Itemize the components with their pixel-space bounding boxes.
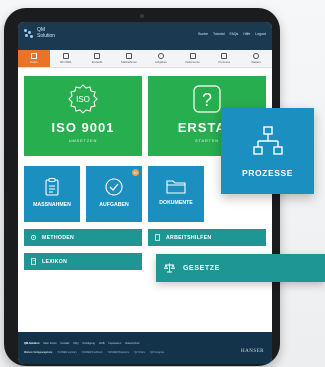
document-icon bbox=[155, 234, 160, 241]
nav-logout[interactable]: Logout bbox=[255, 32, 266, 36]
tab-label: Prozesse bbox=[218, 60, 231, 64]
process-flow-icon bbox=[252, 126, 283, 155]
app-footer: QM-Solution Mein Konto Kontakt FAQ Kündi… bbox=[18, 332, 272, 364]
process-icon bbox=[221, 53, 228, 59]
tab-label: ISO 9001 bbox=[59, 60, 72, 64]
tab-aufgaben[interactable]: Aufgaben bbox=[145, 50, 177, 67]
footer-publisher-links: Weitere Verlagsangebote HANSER eLibrary … bbox=[24, 351, 164, 354]
publisher-logo[interactable]: HANSER bbox=[241, 349, 264, 354]
footer-links: QM-Solution Mein Konto Kontakt FAQ Kündi… bbox=[24, 342, 140, 345]
tile-aufgaben[interactable]: 10 AUFGABEN bbox=[86, 166, 142, 222]
footer-link[interactable]: FAQ bbox=[73, 342, 78, 345]
footer-link[interactable]: Kündigung bbox=[83, 342, 95, 345]
folder-icon bbox=[166, 180, 186, 194]
nav-tutorial[interactable]: Tutorial bbox=[213, 32, 225, 36]
home-icon bbox=[30, 53, 37, 59]
document-icon bbox=[94, 53, 101, 59]
tab-prozesse[interactable]: Prozesse bbox=[209, 50, 241, 67]
tile-lexikon-label: LEXIKON bbox=[42, 258, 68, 265]
tab-label: Aufgaben bbox=[154, 60, 167, 64]
tab-erstaufbau[interactable]: Erstaufb. bbox=[82, 50, 114, 67]
logo-text: QM Solution bbox=[37, 27, 56, 39]
nav-faqs[interactable]: FAQs bbox=[230, 32, 239, 36]
logo[interactable]: QM Solution bbox=[24, 27, 56, 39]
tab-bar: Home ISO 9001 Erstaufb. Maßnahmen Aufgab… bbox=[18, 50, 272, 68]
footer-link[interactable]: Weitere Verlagsangebote bbox=[24, 351, 52, 354]
tab-home[interactable]: Home bbox=[18, 50, 50, 67]
logo-line-2: Solution bbox=[37, 32, 56, 39]
tile-iso-subtitle: UMSETZEN bbox=[68, 138, 98, 143]
question-icon: ? bbox=[193, 85, 221, 113]
footer-link[interactable]: QZ Kongress bbox=[150, 351, 164, 354]
logo-icon bbox=[24, 28, 34, 39]
folder-icon bbox=[189, 53, 196, 59]
tab-iso-9001[interactable]: ISO 9001 bbox=[50, 50, 82, 67]
svg-text:ISO: ISO bbox=[76, 95, 90, 104]
tile-aufgaben-label: AUFGABEN bbox=[99, 202, 129, 208]
tile-erstaufbau-subtitle: STARTEN bbox=[195, 138, 219, 143]
tile-arbeitshilfen-label: ARBEITSHILFEN bbox=[166, 234, 212, 241]
tile-dokumente-label: DOKUMENTE bbox=[159, 200, 193, 206]
tile-lexikon[interactable]: LEXIKON bbox=[24, 253, 142, 270]
svg-text:?: ? bbox=[202, 90, 212, 110]
notification-badge: 10 bbox=[132, 169, 139, 176]
footer-link[interactable]: Kontakt bbox=[61, 342, 70, 345]
tile-massnahmen-label: MASSNAHMEN bbox=[33, 202, 71, 208]
footer-link[interactable]: Impressum bbox=[108, 342, 121, 345]
tile-arbeitshilfen[interactable]: ARBEITSHILFEN bbox=[148, 229, 266, 246]
gear-icon bbox=[30, 234, 37, 241]
tile-iso-title: ISO 9001 bbox=[51, 120, 115, 135]
app-header: QM Solution Suche Tutorial FAQs Hilfe Lo… bbox=[18, 22, 272, 50]
nav-search[interactable]: Suche bbox=[198, 32, 208, 36]
tab-label: Weitere bbox=[251, 60, 261, 64]
floating-gesetze-label: GESETZE bbox=[183, 264, 220, 272]
floating-card-gesetze[interactable]: GESETZE bbox=[156, 254, 325, 282]
scales-icon bbox=[164, 263, 175, 273]
clipboard-icon bbox=[45, 178, 59, 196]
tile-iso-9001[interactable]: ISO ISO 9001 UMSETZEN bbox=[24, 76, 142, 156]
tile-massnahmen[interactable]: MASSNAHMEN bbox=[24, 166, 80, 222]
tab-weitere[interactable]: Weitere bbox=[240, 50, 272, 67]
footer-link[interactable]: HANSER Fachbuch bbox=[82, 351, 103, 354]
book-icon bbox=[31, 258, 36, 265]
tab-label: Erstaufb. bbox=[91, 60, 103, 64]
footer-link[interactable]: Datenschutz bbox=[125, 342, 139, 345]
tile-methoden-label: METHODEN bbox=[42, 234, 75, 241]
footer-link[interactable]: HANSER Bookstore bbox=[108, 351, 129, 354]
tab-label: Dokumente bbox=[185, 60, 200, 64]
tab-label: Home bbox=[30, 60, 38, 64]
more-icon bbox=[253, 53, 260, 59]
tab-massnahmen[interactable]: Maßnahmen bbox=[113, 50, 145, 67]
tab-label: Maßnahmen bbox=[121, 60, 137, 64]
check-icon bbox=[157, 53, 164, 59]
tab-dokumente[interactable]: Dokumente bbox=[177, 50, 209, 67]
camera-dot bbox=[140, 14, 144, 18]
footer-link[interactable]: AGB bbox=[99, 342, 104, 345]
footer-link[interactable]: Mein Konto bbox=[43, 342, 56, 345]
iso-icon bbox=[62, 53, 69, 59]
footer-link[interactable]: HANSER eLibrary bbox=[57, 351, 76, 354]
footer-link[interactable]: QM-Solution bbox=[24, 342, 39, 345]
floating-prozesse-label: PROZESSE bbox=[241, 168, 294, 178]
iso-badge-icon: ISO bbox=[68, 84, 98, 114]
footer-link[interactable]: QZ Online bbox=[134, 351, 145, 354]
floating-card-prozesse[interactable]: PROZESSE bbox=[221, 108, 314, 194]
clipboard-icon bbox=[126, 53, 133, 59]
check-circle-icon bbox=[105, 178, 123, 196]
tile-methoden[interactable]: METHODEN bbox=[24, 229, 142, 246]
nav-help[interactable]: Hilfe bbox=[243, 32, 250, 36]
top-nav: Suche Tutorial FAQs Hilfe Logout bbox=[198, 32, 266, 36]
tile-dokumente[interactable]: DOKUMENTE bbox=[148, 166, 204, 222]
